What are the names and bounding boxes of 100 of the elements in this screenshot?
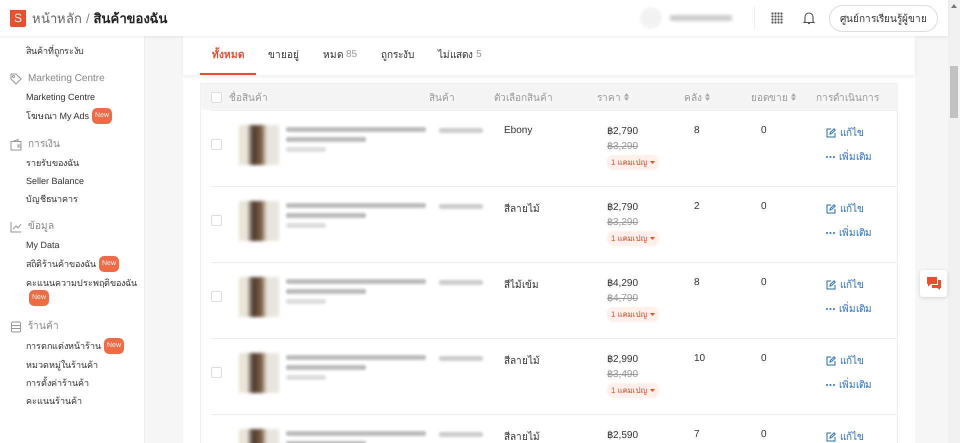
tag-icon — [10, 73, 22, 85]
breadcrumb-separator: / — [86, 10, 90, 26]
learning-center-button[interactable]: ศูนย์การเรียนรู้ผู้ขาย — [829, 4, 938, 32]
edit-link[interactable]: แก้ไข — [826, 429, 897, 443]
sort-icon[interactable] — [705, 93, 710, 101]
chat-button[interactable] — [920, 270, 947, 297]
sidebar-item[interactable]: การตกแต่งหน้าร้าน — [26, 339, 101, 353]
tab[interactable]: ถูกระงับ — [369, 36, 426, 75]
wallet-icon — [10, 139, 22, 151]
edit-icon — [826, 432, 836, 442]
sales-text: 0 — [761, 201, 767, 212]
tab[interactable]: ทั้งหมด — [200, 36, 256, 75]
stock-text: 8 — [694, 125, 700, 136]
column-header: ชื่อสินค้า — [229, 90, 268, 104]
shop-logo[interactable]: S — [10, 10, 26, 26]
sidebar-section-title: ร้านค้า — [28, 320, 59, 334]
edit-link[interactable]: แก้ไข — [826, 125, 897, 140]
caret-icon — [650, 389, 655, 392]
scrollbar-thumb[interactable] — [950, 66, 958, 118]
blurred-text — [439, 128, 483, 133]
sales-text: 0 — [761, 353, 767, 364]
stock-text: 7 — [694, 429, 700, 440]
blurred-text — [286, 375, 326, 380]
campaign-tag[interactable]: 1 แคมเปญ — [607, 307, 659, 322]
sidebar-item[interactable]: Marketing Centre — [26, 90, 96, 104]
stock-text: 10 — [694, 353, 706, 364]
sales-text: 0 — [761, 125, 767, 136]
row-checkbox[interactable] — [211, 139, 222, 150]
variant-text: สีลายไม้ — [504, 204, 540, 215]
campaign-tag[interactable]: 1 แคมเปญ — [607, 155, 659, 170]
blurred-text — [439, 432, 483, 437]
sidebar-item[interactable]: รายรับของฉัน — [26, 156, 79, 170]
caret-icon — [650, 313, 655, 316]
price-text: ฿4,290 — [607, 277, 638, 289]
sidebar-item[interactable]: หมวดหมู่ในร้านค้า — [26, 358, 98, 372]
row-checkbox[interactable] — [211, 367, 222, 378]
blurred-text — [439, 280, 483, 285]
sidebar-item[interactable]: My Data — [26, 238, 60, 252]
notification-bell-icon[interactable] — [803, 11, 815, 25]
variant-text: Ebony — [504, 125, 532, 136]
apps-grid-icon[interactable] — [771, 12, 783, 24]
original-price-text: ฿4,790 — [607, 292, 638, 304]
sidebar-item[interactable]: โฆษณา My Ads — [26, 109, 90, 123]
variant-text: สีลายไม้ — [504, 432, 540, 443]
select-all-checkbox[interactable] — [211, 92, 222, 102]
variant-text: สีไม้เข้ม — [504, 280, 539, 291]
campaign-tag[interactable]: 1 แคมเปญ — [607, 383, 659, 398]
more-link[interactable]: เพิ่มเติม — [826, 301, 897, 316]
price-text: ฿2,790 — [607, 125, 638, 137]
edit-link[interactable]: แก้ไข — [826, 277, 897, 292]
tab[interactable]: หมด 85 — [311, 36, 370, 75]
row-checkbox[interactable] — [211, 291, 222, 302]
edit-icon — [826, 128, 836, 138]
breadcrumb-link[interactable]: หน้าหลัก — [32, 8, 82, 28]
sidebar-item[interactable]: บัญชีธนาคาร — [26, 192, 78, 206]
more-link[interactable]: เพิ่มเติม — [826, 377, 897, 392]
more-link[interactable]: เพิ่มเติม — [826, 225, 897, 240]
original-price-text: ฿3,490 — [607, 368, 638, 380]
blurred-text — [286, 223, 326, 228]
column-header: การดำเนินการ — [816, 92, 879, 104]
price-text: ฿2,990 — [607, 353, 638, 365]
price-text: ฿2,590 — [607, 429, 638, 441]
original-price-text: ฿3,290 — [607, 140, 638, 152]
tab[interactable]: ไม่แสดง 5 — [426, 36, 494, 75]
blurred-text — [286, 299, 326, 304]
sidebar-item[interactable]: คะแนนความประพฤติของฉัน — [26, 276, 137, 290]
photo-placeholder — [239, 201, 279, 241]
photo-placeholder — [239, 353, 279, 393]
sidebar-section-title: Marketing Centre — [28, 72, 105, 86]
edit-link[interactable]: แก้ไข — [826, 353, 897, 368]
sort-icon[interactable] — [791, 93, 796, 101]
more-link[interactable]: เพิ่มเติม — [826, 149, 897, 164]
sidebar-item[interactable]: สินค้าที่ถูกระงับ — [26, 44, 84, 58]
scroll-up-arrow-icon[interactable] — [951, 4, 957, 8]
campaign-tag[interactable]: 1 แคมเปญ — [607, 231, 659, 246]
page-title: สินค้าของฉัน — [94, 10, 168, 28]
blurred-text — [286, 147, 326, 152]
line-chart-icon — [10, 221, 22, 233]
row-checkbox[interactable] — [211, 215, 222, 226]
sales-text: 0 — [761, 429, 767, 440]
blurred-username — [670, 15, 732, 21]
sidebar-item[interactable]: การตั้งค่าร้านค้า — [26, 376, 89, 390]
variant-text: สีลายไม้ — [504, 356, 540, 367]
column-header: สินค้า — [429, 92, 455, 104]
sidebar-item[interactable]: Seller Balance — [26, 174, 84, 188]
blurred-text — [439, 204, 483, 209]
stock-text: 8 — [694, 277, 700, 288]
sidebar-section-title: ข้อมูล — [28, 220, 54, 234]
blurred-text — [439, 356, 483, 361]
original-price-text: ฿3,290 — [607, 216, 638, 228]
caret-icon — [650, 161, 655, 164]
sidebar-item[interactable]: คะแนนร้านค้า — [26, 394, 82, 408]
tab[interactable]: ขายอยู่ — [256, 36, 311, 75]
price-text: ฿2,790 — [607, 201, 638, 213]
photo-placeholder — [239, 125, 279, 165]
edit-link[interactable]: แก้ไข — [826, 201, 897, 216]
sort-icon[interactable] — [624, 93, 629, 101]
chat-bubbles-icon — [926, 277, 940, 290]
sidebar-section-title: การเงิน — [28, 138, 60, 152]
sidebar-item[interactable]: สถิติร้านค้าของฉัน — [26, 257, 96, 271]
